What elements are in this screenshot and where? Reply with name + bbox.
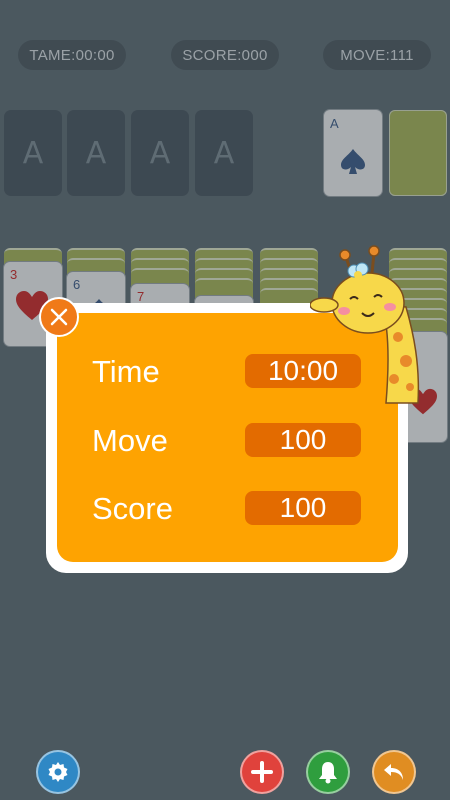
score-label: Score (92, 491, 173, 526)
plus-icon (251, 761, 273, 783)
time-label: Time (92, 354, 160, 389)
gear-icon (48, 762, 68, 782)
hint-button[interactable] (306, 750, 350, 794)
undo-icon (384, 764, 403, 780)
add-button[interactable] (240, 750, 284, 794)
score-value: 100 (245, 491, 361, 525)
giraffe-mascot-icon (310, 245, 420, 404)
move-label: Move (92, 423, 168, 458)
undo-button[interactable] (372, 750, 416, 794)
bell-icon (319, 762, 337, 784)
move-value: 100 (245, 423, 361, 457)
close-icon (50, 308, 68, 326)
close-button[interactable] (39, 297, 79, 337)
settings-button[interactable] (36, 750, 80, 794)
